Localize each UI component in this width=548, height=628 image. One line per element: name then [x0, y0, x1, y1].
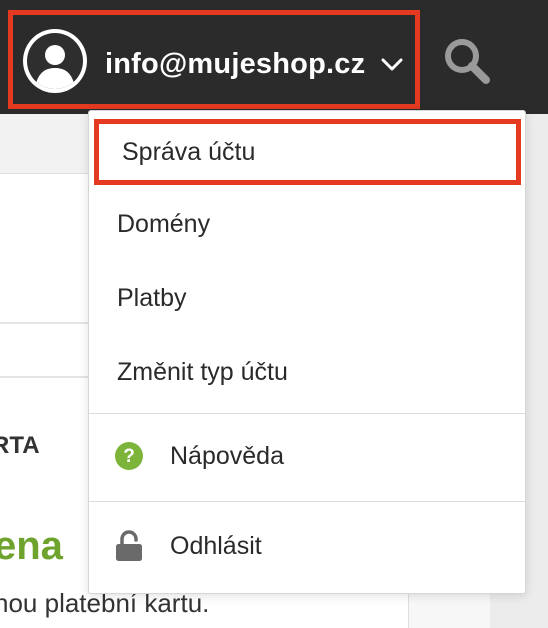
menu-item-label: Změnit typ účtu [117, 357, 288, 386]
menu-item-change-account-type[interactable]: Změnit typ účtu [89, 341, 525, 403]
page-divider [0, 376, 100, 378]
menu-item-help[interactable]: ? Nápověda [89, 425, 525, 487]
menu-item-payments[interactable]: Platby [89, 267, 525, 329]
menu-item-label: Nápověda [170, 441, 284, 470]
menu-item-domains[interactable]: Domény [89, 193, 525, 255]
account-menu-button[interactable]: info@mujeshop.cz [8, 10, 420, 109]
menu-divider [89, 501, 525, 502]
help-icon: ? [114, 441, 144, 471]
search-icon[interactable] [440, 34, 494, 88]
menu-item-label: Domény [117, 209, 211, 238]
menu-item-label: Platby [117, 283, 187, 312]
menu-item-account-management[interactable]: Správa účtu [94, 119, 521, 185]
unlock-icon [114, 530, 144, 561]
card-section-heading: RTA [0, 432, 40, 459]
page-header-band [0, 114, 100, 174]
page-divider [0, 322, 100, 324]
user-avatar-icon [23, 29, 87, 93]
menu-divider [89, 413, 525, 414]
account-email: info@mujeshop.cz [105, 48, 366, 80]
chevron-down-icon [379, 55, 405, 73]
price-label: ena [0, 524, 63, 568]
menu-item-label: Odhlásit [170, 531, 262, 560]
menu-item-logout[interactable]: Odhlásit [89, 515, 525, 577]
svg-text:?: ? [123, 446, 135, 467]
menu-item-label: Správa účtu [122, 137, 256, 166]
top-bar: info@mujeshop.cz [0, 0, 548, 114]
account-dropdown-menu: Správa účtu Domény Platby Změnit typ účt… [88, 110, 526, 594]
